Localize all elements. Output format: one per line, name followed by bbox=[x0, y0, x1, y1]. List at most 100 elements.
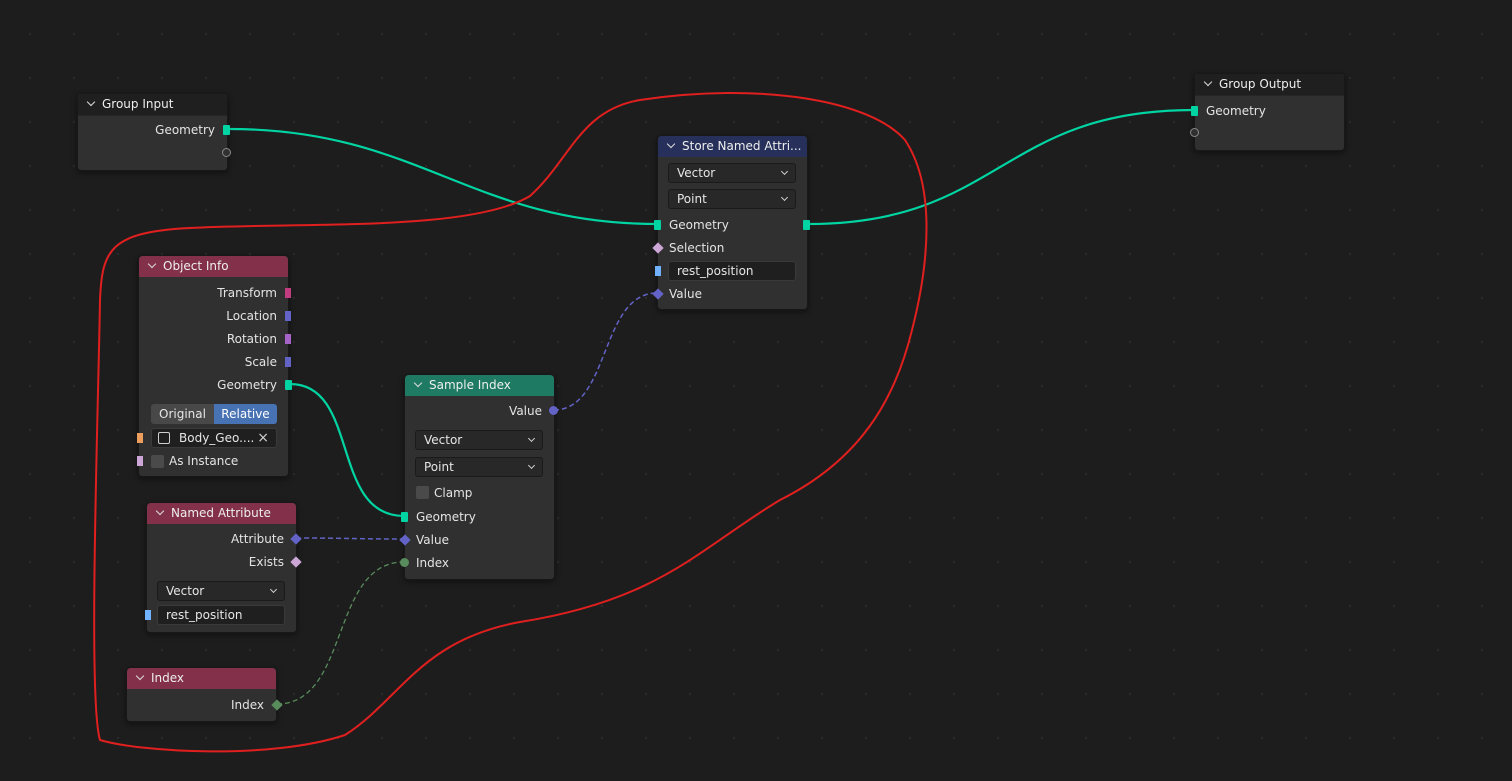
clamp-checkbox[interactable] bbox=[416, 486, 429, 499]
geometry-input-socket[interactable] bbox=[401, 512, 408, 522]
exists-output-socket[interactable] bbox=[290, 556, 302, 568]
index-output-socket[interactable] bbox=[271, 699, 283, 711]
input-geometry-label: Geometry bbox=[669, 218, 729, 232]
data-type-dropdown[interactable]: Vector bbox=[668, 163, 796, 183]
input-value-label: Value bbox=[669, 287, 702, 301]
attribute-name-field[interactable]: rest_position bbox=[668, 261, 796, 281]
object-picker-value: Body_Geo.... bbox=[179, 431, 255, 445]
chevron-down-icon bbox=[780, 193, 789, 202]
group-output-header[interactable]: Group Output bbox=[1195, 74, 1344, 96]
collapse-chevron-icon[interactable] bbox=[86, 97, 96, 107]
group-output-input-geometry-label: Geometry bbox=[1206, 104, 1266, 118]
data-type-dropdown[interactable]: Vector bbox=[415, 430, 543, 450]
named-attribute-header[interactable]: Named Attribute bbox=[147, 503, 296, 524]
link-namedattr-to-sample-value bbox=[295, 537, 405, 540]
object-type-icon bbox=[158, 432, 170, 444]
scale-output-socket[interactable] bbox=[285, 357, 291, 367]
data-type-value: Vector bbox=[166, 584, 205, 598]
chevron-down-icon bbox=[780, 167, 789, 176]
object-input-socket[interactable] bbox=[137, 433, 143, 443]
attribute-output-socket[interactable] bbox=[290, 533, 302, 545]
chevron-down-icon bbox=[527, 434, 536, 443]
output-scale-label: Scale bbox=[244, 355, 277, 369]
data-type-value: Vector bbox=[424, 433, 463, 447]
group-input-output-geometry-label: Geometry bbox=[155, 123, 215, 137]
domain-dropdown[interactable]: Point bbox=[668, 189, 796, 209]
data-type-dropdown[interactable]: Vector bbox=[157, 581, 285, 601]
rotation-output-socket[interactable] bbox=[285, 334, 291, 344]
transform-output-socket[interactable] bbox=[285, 288, 291, 298]
geometry-output-socket[interactable] bbox=[803, 220, 810, 230]
empty-input-socket[interactable] bbox=[1190, 128, 1199, 137]
node-title: Group Output bbox=[1219, 77, 1302, 91]
index-input-socket[interactable] bbox=[400, 558, 409, 567]
location-output-socket[interactable] bbox=[285, 311, 291, 321]
collapse-chevron-icon[interactable] bbox=[147, 259, 157, 269]
output-attribute-label: Attribute bbox=[231, 532, 284, 546]
chevron-down-icon bbox=[527, 461, 536, 470]
relative-toggle-button[interactable]: Relative bbox=[214, 404, 277, 424]
output-geometry-label: Geometry bbox=[217, 378, 277, 392]
as-instance-checkbox[interactable] bbox=[151, 455, 164, 468]
domain-value: Point bbox=[424, 460, 454, 474]
collapse-chevron-icon[interactable] bbox=[413, 378, 423, 388]
link-sample-value-to-store-value bbox=[553, 292, 658, 411]
geometry-input-socket[interactable] bbox=[1191, 106, 1198, 116]
geometry-output-socket[interactable] bbox=[285, 380, 292, 390]
node-title: Object Info bbox=[163, 259, 229, 273]
output-location-label: Location bbox=[226, 309, 277, 323]
domain-value: Point bbox=[677, 192, 707, 206]
clamp-label: Clamp bbox=[434, 486, 473, 500]
link-objectinfo-to-sample-geometry bbox=[289, 382, 405, 518]
input-geometry-label: Geometry bbox=[416, 510, 476, 524]
store-named-attribute-node[interactable]: Store Named Attri... Vector Point Geomet… bbox=[652, 135, 810, 310]
attribute-name-field[interactable]: rest_position bbox=[157, 605, 285, 625]
geometry-output-socket[interactable] bbox=[223, 125, 230, 135]
output-value-label: Value bbox=[509, 404, 542, 418]
store-named-attribute-header[interactable]: Store Named Attri... bbox=[658, 136, 807, 157]
output-transform-label: Transform bbox=[217, 286, 277, 300]
link-groupinput-to-store-geometry bbox=[228, 127, 658, 226]
sample-index-header[interactable]: Sample Index bbox=[405, 375, 554, 396]
index-node[interactable]: Index Index bbox=[126, 667, 283, 722]
sample-index-node[interactable]: Sample Index Value Vector Point Clamp Ge… bbox=[399, 374, 558, 580]
group-input-header[interactable]: Group Input bbox=[78, 94, 227, 116]
value-input-socket[interactable] bbox=[652, 288, 664, 300]
output-rotation-label: Rotation bbox=[226, 332, 277, 346]
clear-object-icon[interactable]: × bbox=[257, 429, 269, 447]
object-info-node[interactable]: Object Info Transform Location Rotation … bbox=[137, 255, 292, 477]
empty-output-socket[interactable] bbox=[222, 148, 231, 157]
geometry-input-socket[interactable] bbox=[654, 220, 661, 230]
chevron-down-icon bbox=[269, 585, 278, 594]
collapse-chevron-icon[interactable] bbox=[666, 139, 676, 149]
input-value-label: Value bbox=[416, 533, 449, 547]
domain-dropdown[interactable]: Point bbox=[415, 457, 543, 477]
original-toggle-button[interactable]: Original bbox=[151, 404, 214, 424]
as-instance-label: As Instance bbox=[169, 454, 239, 468]
value-input-socket[interactable] bbox=[399, 534, 411, 546]
value-output-socket[interactable] bbox=[549, 406, 558, 415]
name-input-socket[interactable] bbox=[655, 266, 661, 276]
selection-input-socket[interactable] bbox=[652, 242, 664, 254]
collapse-chevron-icon[interactable] bbox=[1203, 77, 1213, 87]
named-attribute-node[interactable]: Named Attribute Attribute Exists Vector … bbox=[145, 502, 302, 633]
collapse-chevron-icon[interactable] bbox=[155, 506, 165, 516]
index-header[interactable]: Index bbox=[127, 668, 276, 689]
output-index-label: Index bbox=[230, 698, 264, 712]
input-index-label: Index bbox=[416, 556, 450, 570]
node-title: Sample Index bbox=[429, 378, 511, 392]
collapse-chevron-icon[interactable] bbox=[135, 671, 145, 681]
group-output-node[interactable]: Group Output Geometry bbox=[1190, 73, 1345, 151]
node-title: Store Named Attri... bbox=[682, 139, 802, 153]
node-title: Index bbox=[151, 671, 185, 685]
group-input-node[interactable]: Group Input Geometry bbox=[77, 93, 231, 171]
name-input-socket[interactable] bbox=[145, 610, 151, 620]
data-type-value: Vector bbox=[677, 166, 716, 180]
node-title: Group Input bbox=[102, 97, 174, 111]
as-instance-input-socket[interactable] bbox=[137, 456, 143, 466]
object-info-header[interactable]: Object Info bbox=[139, 256, 288, 277]
node-title: Named Attribute bbox=[171, 506, 271, 520]
input-selection-label: Selection bbox=[669, 241, 725, 255]
object-picker-field[interactable]: Body_Geo.... × bbox=[151, 428, 277, 448]
link-store-to-groupoutput-geometry bbox=[807, 108, 1195, 226]
